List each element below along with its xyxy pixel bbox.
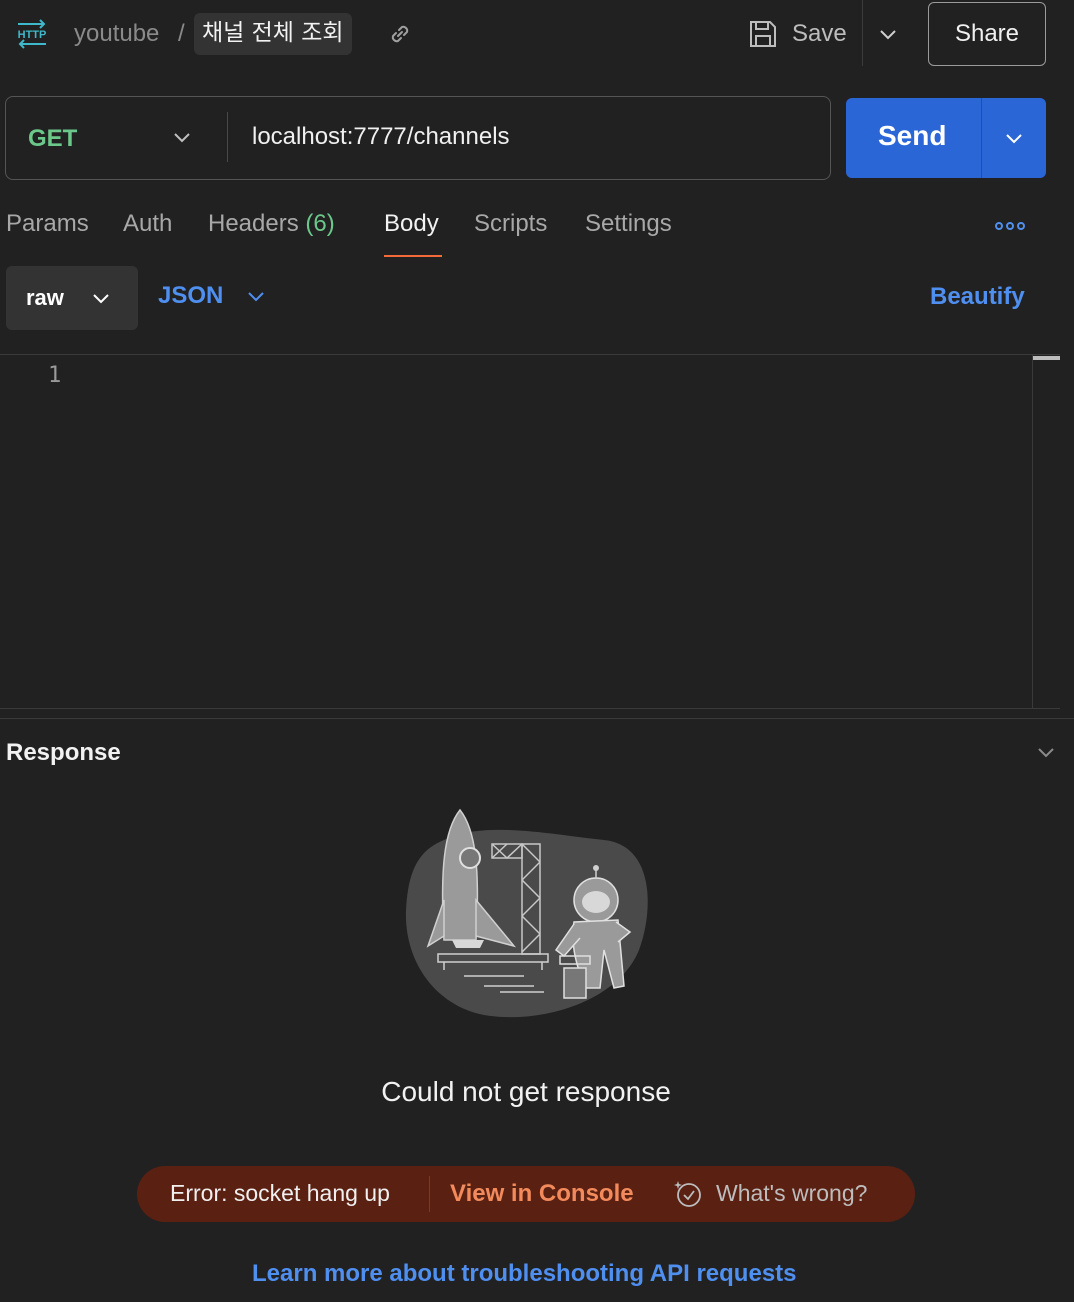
send-options-chevron-down-icon[interactable] bbox=[1002, 126, 1026, 150]
url-input[interactable] bbox=[252, 116, 812, 158]
error-banner-divider bbox=[429, 1176, 430, 1212]
chevron-down-icon bbox=[248, 292, 265, 302]
view-in-console-link[interactable]: View in Console bbox=[450, 1180, 634, 1208]
whats-wrong-button[interactable]: What's wrong? bbox=[716, 1180, 867, 1207]
beautify-button[interactable]: Beautify bbox=[930, 283, 1025, 311]
body-language-label: JSON bbox=[158, 282, 224, 309]
error-text: Error: socket hang up bbox=[170, 1180, 390, 1206]
tab-headers-label: Headers bbox=[208, 210, 299, 237]
tab-params[interactable]: Params bbox=[6, 210, 89, 238]
editor-top-border bbox=[0, 354, 1060, 355]
headers-count-badge: (6) bbox=[305, 210, 335, 237]
breadcrumb-separator: / bbox=[178, 20, 185, 47]
breadcrumb-collection[interactable]: youtube bbox=[74, 20, 159, 48]
send-divider bbox=[981, 98, 982, 178]
editor-scrollbar-thumb[interactable] bbox=[1033, 356, 1060, 360]
body-mode-select[interactable]: raw bbox=[6, 266, 138, 330]
editor-scrollbar-track[interactable] bbox=[1032, 355, 1033, 708]
link-icon[interactable] bbox=[386, 20, 414, 48]
chevron-down-icon bbox=[93, 294, 109, 304]
no-response-message: Could not get response bbox=[381, 1076, 671, 1107]
troubleshooting-link[interactable]: Learn more about troubleshooting API req… bbox=[252, 1260, 797, 1288]
rocket-astronaut-illustration bbox=[404, 800, 650, 1022]
tab-settings[interactable]: Settings bbox=[585, 210, 672, 238]
save-button[interactable]: Save bbox=[748, 14, 847, 54]
body-language-select[interactable]: JSON bbox=[158, 282, 267, 310]
more-dots-icon[interactable] bbox=[994, 218, 1026, 234]
floppy-disk-icon bbox=[750, 21, 776, 47]
method-chevron-down-icon[interactable] bbox=[170, 125, 194, 149]
request-name[interactable]: 채널 전체 조회 bbox=[194, 13, 352, 55]
http-icon: HTTP bbox=[14, 18, 50, 50]
line-number: 1 bbox=[48, 363, 62, 388]
send-label[interactable]: Send bbox=[878, 120, 946, 152]
header-divider bbox=[862, 0, 863, 66]
svg-text:HTTP: HTTP bbox=[18, 29, 47, 41]
tab-headers[interactable]: Headers (6) bbox=[208, 210, 335, 238]
response-resize-handle[interactable] bbox=[0, 718, 1074, 719]
share-button[interactable]: Share bbox=[928, 2, 1046, 66]
response-title: Response bbox=[6, 739, 121, 766]
save-label: Save bbox=[792, 20, 847, 47]
editor-bottom-border bbox=[0, 708, 1060, 709]
tab-scripts[interactable]: Scripts bbox=[474, 210, 547, 238]
body-editor[interactable] bbox=[90, 360, 1020, 700]
tab-auth[interactable]: Auth bbox=[123, 210, 172, 238]
active-tab-indicator bbox=[384, 255, 442, 257]
response-collapse-chevron-down-icon[interactable] bbox=[1034, 740, 1058, 764]
url-divider bbox=[227, 112, 228, 162]
sparkle-help-icon[interactable] bbox=[672, 1178, 704, 1210]
tab-body[interactable]: Body bbox=[384, 210, 439, 238]
body-mode-label: raw bbox=[26, 285, 64, 310]
save-options-chevron-down-icon[interactable] bbox=[874, 20, 902, 48]
method-select[interactable]: GET bbox=[28, 125, 77, 153]
